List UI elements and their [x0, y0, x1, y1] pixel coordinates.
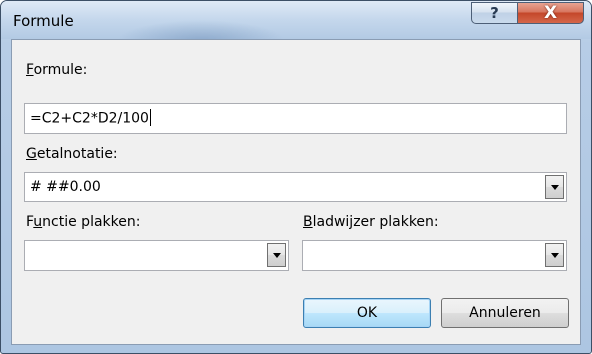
formula-label: Formule: [26, 62, 87, 78]
number-format-label: Getalnotatie: [26, 146, 118, 162]
number-format-combobox[interactable]: # ##0.00 [24, 172, 567, 202]
chevron-down-icon [550, 252, 559, 258]
dialog-title: Formule [13, 12, 74, 30]
paste-function-label-accelerator: u [33, 214, 43, 230]
paste-function-label-text: nctie plakken: [42, 214, 141, 230]
ok-button[interactable]: OK [303, 298, 431, 328]
paste-bookmark-label-accelerator: B [303, 214, 313, 230]
formula-dialog: Formule ? X Formule: =C2+C2*D2/100 Getal… [0, 0, 592, 354]
close-button[interactable]: X [517, 2, 584, 24]
close-icon: X [543, 3, 558, 23]
formula-label-text: ormule: [33, 62, 88, 78]
paste-function-label: Functie plakken: [26, 214, 140, 230]
chevron-down-icon [272, 252, 281, 258]
formula-input[interactable]: =C2+C2*D2/100 [24, 103, 567, 134]
paste-bookmark-combobox[interactable] [302, 240, 567, 271]
number-format-label-text: etalnotatie: [36, 146, 118, 162]
paste-bookmark-label-text: ladwijzer plakken: [312, 214, 439, 230]
chevron-down-icon [550, 184, 559, 190]
title-bar[interactable]: Formule ? X [1, 1, 591, 39]
formula-label-accelerator: F [26, 62, 34, 78]
paste-bookmark-dropdown-button[interactable] [545, 243, 564, 267]
text-caret [149, 109, 151, 126]
number-format-label-accelerator: G [26, 146, 37, 162]
formula-text: =C2+C2*D2/100 [30, 110, 149, 127]
help-button[interactable]: ? [471, 2, 518, 24]
number-format-value: # ##0.00 [30, 179, 101, 195]
dialog-body: Formule: =C2+C2*D2/100 Getalnotatie: # #… [11, 39, 581, 345]
number-format-dropdown-button[interactable] [545, 175, 564, 199]
paste-function-combobox[interactable] [24, 240, 289, 271]
help-icon: ? [490, 4, 499, 22]
paste-bookmark-label: Bladwijzer plakken: [303, 214, 439, 230]
paste-function-dropdown-button[interactable] [267, 243, 286, 267]
cancel-button[interactable]: Annuleren [441, 298, 569, 328]
formula-value: =C2+C2*D2/100 [30, 109, 151, 127]
